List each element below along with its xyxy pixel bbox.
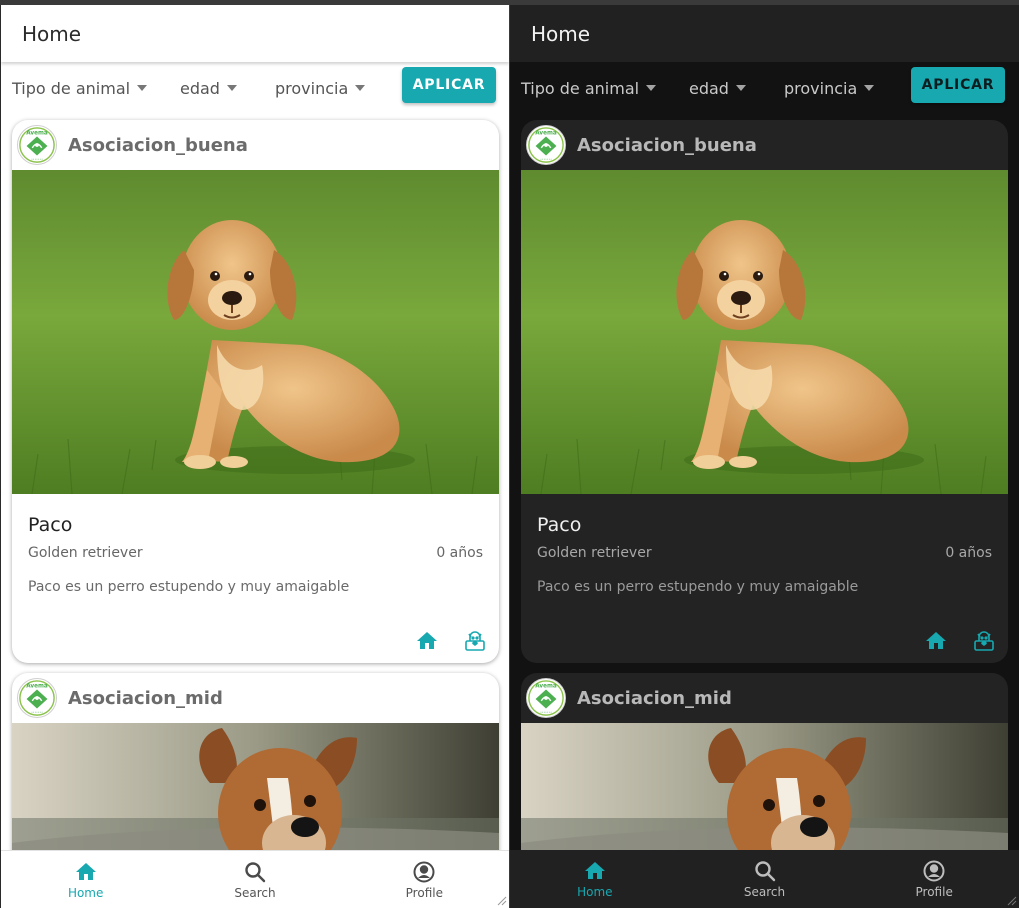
home-icon[interactable] — [415, 629, 439, 653]
pet-description: Paco es un perro estupendo y muy amaigab… — [537, 579, 859, 595]
nav-search-tab[interactable]: Search — [170, 851, 339, 908]
pet-details-row: Golden retriever 0 años — [537, 545, 992, 561]
search-icon — [753, 859, 777, 883]
organization-logo: Avema ••••••• — [17, 678, 57, 718]
caret-down-icon — [137, 85, 148, 91]
screens-comparison: Home Tipo de animal edad provincia APLIC… — [0, 0, 1019, 908]
card-header: Avema ••••••• Asociacion_mid — [521, 673, 1008, 723]
organization-logo: Avema ••••••• — [17, 125, 57, 165]
province-label: provincia — [275, 78, 349, 98]
pet-feed[interactable]: Avema ••••••• Asociacion_buena Paco Gold… — [1, 114, 509, 850]
nav-profile-label: Profile — [915, 885, 953, 899]
pet-adoption-icon[interactable] — [463, 629, 487, 653]
organization-name[interactable]: Asociacion_buena — [68, 135, 248, 156]
pet-feed[interactable]: Avema ••••••• Asociacion_buena Paco Gold… — [510, 114, 1019, 850]
svg-text:Avema: Avema — [535, 131, 557, 137]
pet-info: Paco Golden retriever 0 años Paco es un … — [521, 494, 1008, 595]
caret-down-icon — [226, 85, 237, 91]
resize-handle-icon[interactable] — [495, 894, 507, 906]
profile-icon — [412, 860, 436, 884]
age-label: edad — [180, 78, 220, 98]
pet-description: Paco es un perro estupendo y muy amaigab… — [28, 579, 350, 595]
card-header: Avema ••••••• Asociacion_mid — [12, 673, 499, 723]
pet-card[interactable]: Avema ••••••• Asociacion_buena Paco Gold… — [12, 120, 499, 663]
card-header: Avema ••••••• Asociacion_buena — [521, 120, 1008, 170]
pet-card[interactable]: Avema ••••••• Asociacion_buena Paco Gold… — [521, 120, 1008, 663]
nav-search-tab[interactable]: Search — [680, 850, 850, 908]
nav-home-tab[interactable]: Home — [1, 851, 170, 908]
pet-breed: Golden retriever — [537, 545, 652, 561]
home-icon[interactable] — [924, 629, 948, 653]
organization-logo: Avema ••••••• — [526, 125, 566, 165]
province-dropdown[interactable]: provincia — [784, 74, 875, 102]
pet-photo[interactable] — [12, 170, 499, 494]
organization-name[interactable]: Asociacion_buena — [577, 135, 757, 156]
caret-down-icon — [864, 85, 875, 91]
pet-photo[interactable] — [521, 723, 1008, 850]
pet-age: 0 años — [436, 545, 483, 561]
nav-search-label: Search — [234, 885, 276, 900]
profile-icon — [922, 859, 946, 883]
animal-type-dropdown[interactable]: Tipo de animal — [521, 74, 657, 102]
age-dropdown[interactable]: edad — [689, 74, 746, 102]
caret-down-icon — [355, 85, 366, 91]
app-bar: Home — [510, 5, 1019, 62]
apply-button[interactable]: APLICAR — [402, 67, 496, 103]
age-dropdown[interactable]: edad — [180, 74, 237, 102]
nav-search-label: Search — [743, 885, 786, 899]
bottom-navigation: Home Search Profile — [510, 850, 1019, 908]
search-icon — [243, 860, 267, 884]
pet-age: 0 años — [945, 545, 992, 561]
svg-text:Avema: Avema — [26, 684, 48, 690]
pet-name: Paco — [28, 514, 73, 536]
organization-name[interactable]: Asociacion_mid — [68, 688, 223, 709]
nav-profile-tab[interactable]: Profile — [849, 850, 1019, 908]
age-label: edad — [689, 78, 729, 98]
province-label: provincia — [784, 78, 858, 98]
card-header: Avema ••••••• Asociacion_buena — [12, 120, 499, 170]
card-actions — [415, 629, 487, 653]
pet-photo[interactable] — [12, 723, 499, 850]
pet-name: Paco — [537, 514, 582, 536]
resize-handle-icon[interactable] — [1005, 894, 1017, 906]
pet-photo[interactable] — [521, 170, 1008, 494]
home-icon — [74, 860, 98, 884]
pet-breed: Golden retriever — [28, 545, 143, 561]
organization-name[interactable]: Asociacion_mid — [577, 688, 732, 709]
nav-home-label: Home — [577, 885, 613, 899]
pet-details-row: Golden retriever 0 años — [28, 545, 483, 561]
nav-home-tab[interactable]: Home — [510, 850, 680, 908]
card-actions — [924, 629, 996, 653]
svg-text:Avema: Avema — [535, 684, 557, 690]
light-theme-screen: Home Tipo de animal edad provincia APLIC… — [0, 5, 509, 908]
nav-profile-label: Profile — [405, 885, 443, 900]
apply-button[interactable]: APLICAR — [911, 67, 1005, 103]
svg-text:•••••••: ••••••• — [31, 710, 43, 714]
pet-card[interactable]: Avema ••••••• Asociacion_mid — [12, 673, 499, 850]
page-title: Home — [531, 21, 591, 46]
province-dropdown[interactable]: provincia — [275, 74, 366, 102]
animal-type-label: Tipo de animal — [12, 78, 131, 98]
caret-down-icon — [735, 85, 746, 91]
animal-type-label: Tipo de animal — [521, 78, 640, 98]
pet-card[interactable]: Avema ••••••• Asociacion_mid — [521, 673, 1008, 850]
animal-type-dropdown[interactable]: Tipo de animal — [12, 74, 148, 102]
bottom-navigation: Home Search Profile — [1, 850, 509, 908]
svg-text:•••••••: ••••••• — [540, 710, 552, 714]
filter-bar: Tipo de animal edad provincia APLICAR — [510, 62, 1019, 114]
svg-text:Avema: Avema — [26, 131, 48, 137]
organization-logo: Avema ••••••• — [526, 678, 566, 718]
caret-down-icon — [646, 85, 657, 91]
nav-profile-tab[interactable]: Profile — [340, 851, 509, 908]
dark-theme-screen: Home Tipo de animal edad provincia APLIC… — [510, 5, 1019, 908]
pet-adoption-icon[interactable] — [972, 629, 996, 653]
nav-home-label: Home — [67, 885, 104, 900]
filter-bar: Tipo de animal edad provincia APLICAR — [1, 62, 509, 114]
svg-text:•••••••: ••••••• — [31, 157, 43, 161]
svg-text:•••••••: ••••••• — [540, 157, 552, 161]
app-bar: Home — [1, 5, 509, 62]
page-title: Home — [22, 21, 82, 46]
pet-info: Paco Golden retriever 0 años Paco es un … — [12, 494, 499, 595]
home-icon — [583, 859, 607, 883]
